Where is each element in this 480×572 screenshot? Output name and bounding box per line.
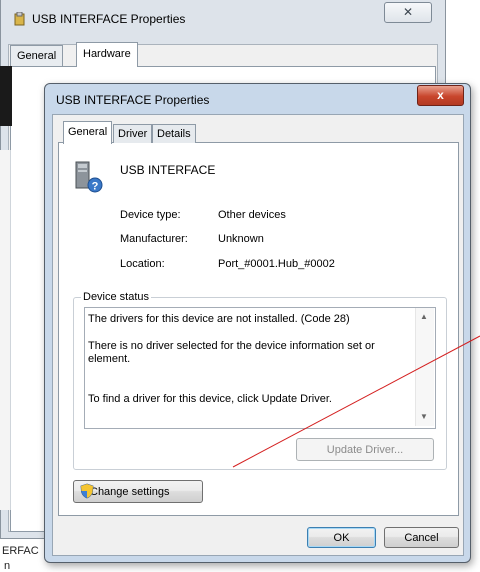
device-name: USB INTERFACE bbox=[120, 163, 216, 177]
background-window-title: USB INTERFACE Properties bbox=[32, 12, 186, 26]
dialog-title: USB INTERFACE Properties bbox=[56, 93, 210, 107]
ok-button[interactable]: OK bbox=[307, 527, 376, 548]
background-left-edge bbox=[0, 66, 12, 126]
tab-details[interactable]: Details bbox=[152, 124, 196, 143]
status-line-2: There is no driver selected for the devi… bbox=[88, 340, 375, 365]
device-status-legend: Device status bbox=[81, 291, 152, 303]
background-close-button[interactable]: ✕ bbox=[384, 2, 432, 23]
svg-text:?: ? bbox=[92, 181, 99, 193]
manufacturer-value: Unknown bbox=[218, 233, 264, 245]
change-settings-label: Change settings bbox=[90, 486, 170, 498]
device-type-value: Other devices bbox=[218, 209, 286, 221]
cancel-button[interactable]: Cancel bbox=[384, 527, 459, 548]
update-driver-button[interactable]: Update Driver... bbox=[296, 438, 434, 461]
device-type-label: Device type: bbox=[120, 209, 181, 221]
device-properties-icon bbox=[14, 12, 25, 26]
unknown-device-icon: ? bbox=[75, 161, 103, 193]
status-line-1: The drivers for this device are not inst… bbox=[88, 313, 350, 325]
tab-general[interactable]: General bbox=[63, 121, 113, 144]
uac-shield-icon bbox=[80, 483, 94, 499]
scroll-down-arrow-icon[interactable]: ▼ bbox=[415, 408, 433, 426]
status-line-3: To find a driver for this device, click … bbox=[88, 393, 332, 405]
background-partial-text-2: n bbox=[4, 560, 11, 572]
close-button[interactable]: x bbox=[417, 85, 464, 106]
location-value: Port_#0001.Hub_#0002 bbox=[218, 258, 335, 270]
location-label: Location: bbox=[120, 258, 165, 270]
background-tab-general[interactable]: General bbox=[10, 45, 64, 66]
scroll-up-arrow-icon[interactable]: ▲ bbox=[415, 308, 433, 326]
tab-driver[interactable]: Driver bbox=[113, 124, 153, 143]
manufacturer-label: Manufacturer: bbox=[120, 233, 188, 245]
background-tab-hardware[interactable]: Hardware bbox=[76, 42, 138, 67]
background-partial-text: ERFAC bbox=[2, 545, 39, 557]
background-left-panel bbox=[0, 150, 11, 510]
